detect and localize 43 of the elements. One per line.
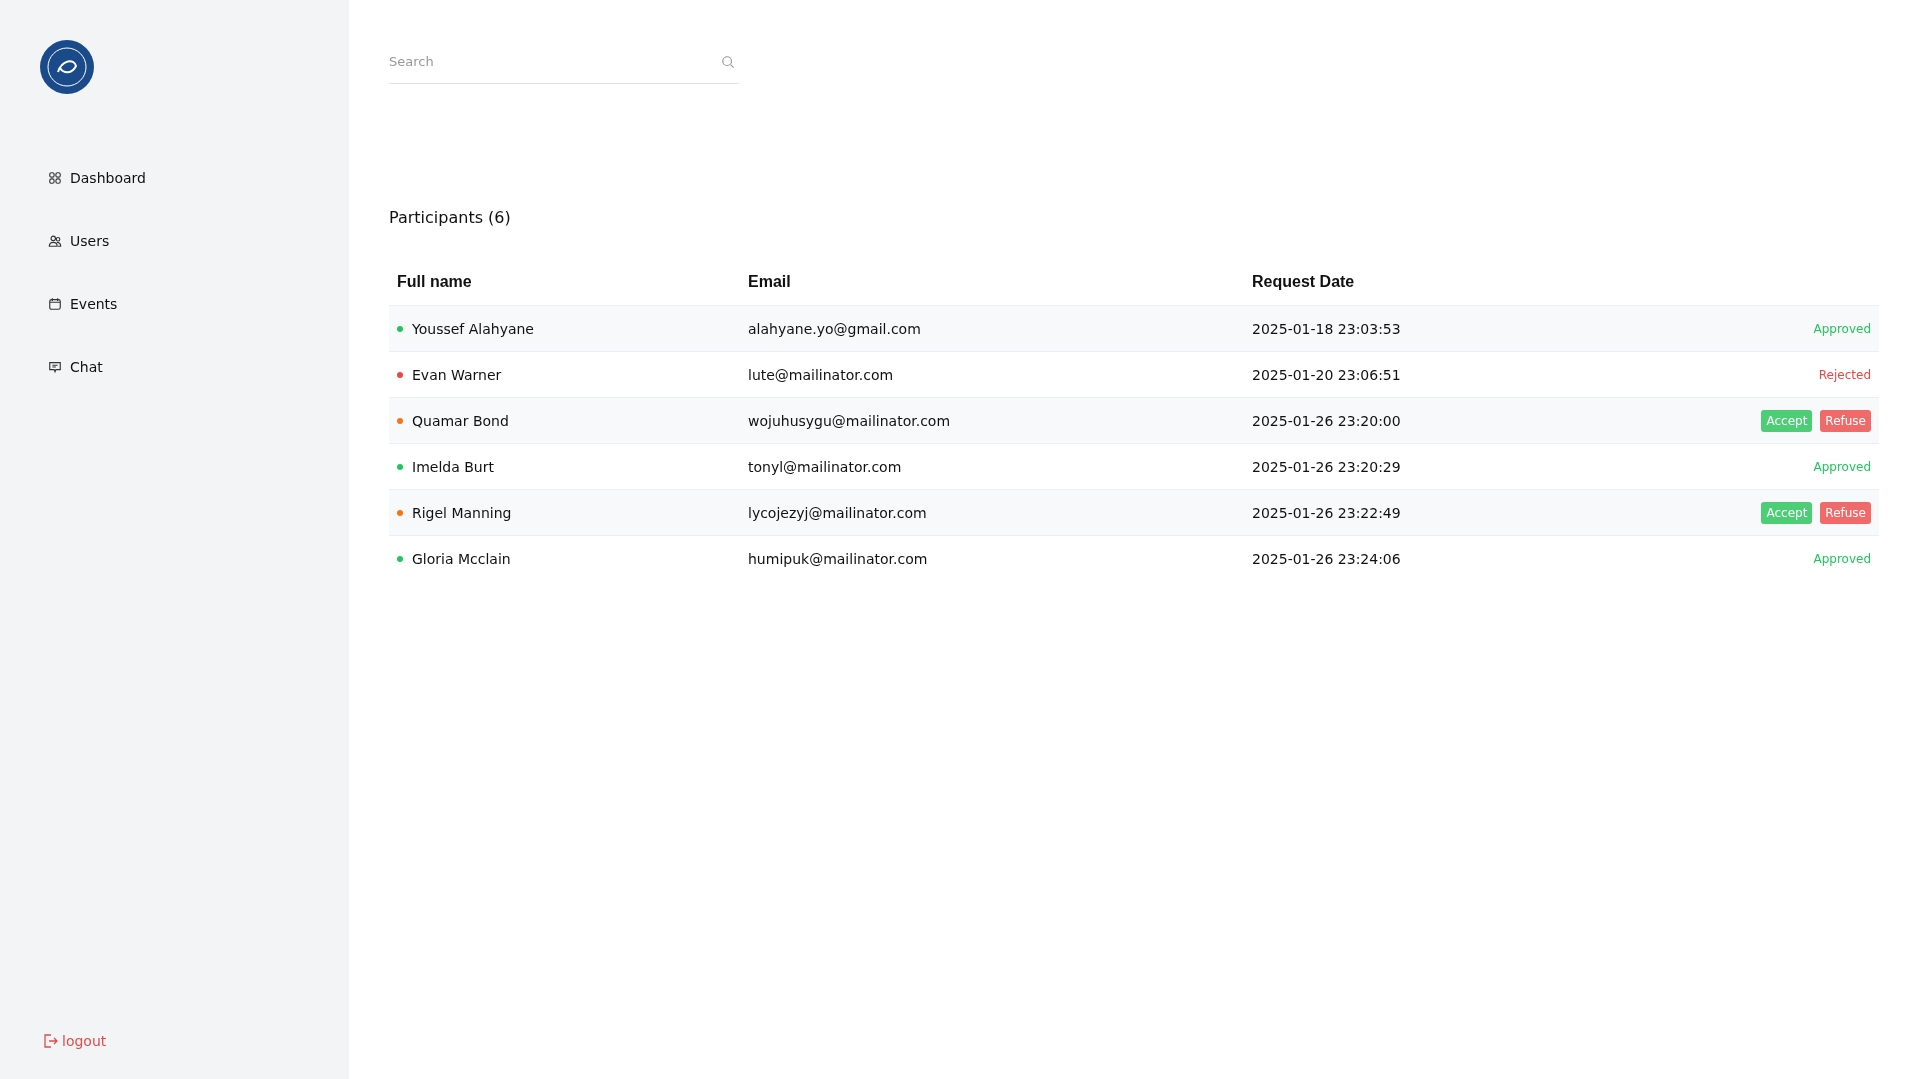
email-cell: alahyane.yo@gmail.com <box>740 305 1244 352</box>
name-text: Quamar Bond <box>412 412 509 429</box>
sidebar-item[interactable]: Dashboard <box>40 170 154 186</box>
grid-icon <box>48 171 62 185</box>
refuse-button[interactable]: Refuse <box>1820 409 1871 432</box>
status-label: Approved <box>1813 321 1871 336</box>
column-header: Email <box>740 273 1244 306</box>
name-text: Gloria Mcclain <box>412 550 511 567</box>
email-cell: lycojezyj@mailinator.com <box>740 489 1244 536</box>
name-text: Youssef Alahyane <box>412 320 534 337</box>
date-cell: 2025-01-18 23:03:53 <box>1244 305 1605 352</box>
sidebar-item[interactable]: Users <box>40 233 118 249</box>
column-header: Request Date <box>1244 273 1605 306</box>
chat-icon <box>48 360 62 374</box>
search-icon <box>721 55 735 69</box>
calendar-icon <box>48 297 62 311</box>
date-cell: 2025-01-26 23:20:29 <box>1244 443 1605 490</box>
email-cell: wojuhusygu@mailinator.com <box>740 397 1244 444</box>
accept-button[interactable]: Accept <box>1761 409 1813 432</box>
logout-icon <box>42 1033 58 1049</box>
section-title: Participants (6) <box>389 208 512 227</box>
date-cell: 2025-01-26 23:24:06 <box>1244 535 1605 582</box>
name-text: Imelda Burt <box>412 458 494 475</box>
name-text: Evan Warner <box>412 366 502 383</box>
status-label: Rejected <box>1818 367 1871 382</box>
sidebar-item[interactable]: Chat <box>40 359 111 375</box>
status-label: Approved <box>1813 459 1871 474</box>
refuse-button[interactable]: Refuse <box>1820 501 1871 524</box>
date-cell: 2025-01-20 23:06:51 <box>1244 351 1605 398</box>
logo-icon <box>40 40 94 94</box>
date-cell: 2025-01-26 23:20:00 <box>1244 397 1605 444</box>
email-cell: tonyl@mailinator.com <box>740 443 1244 490</box>
status-label: Approved <box>1813 551 1871 566</box>
logout-link[interactable]: logout <box>40 1033 349 1049</box>
users-icon <box>48 234 62 248</box>
email-cell: lute@mailinator.com <box>740 351 1244 398</box>
date-cell: 2025-01-26 23:22:49 <box>1244 489 1605 536</box>
sidebar-item[interactable]: Events <box>40 296 126 312</box>
column-header: Full name <box>389 273 740 306</box>
accept-button[interactable]: Accept <box>1761 501 1813 524</box>
name-text: Rigel Manning <box>412 504 512 521</box>
email-cell: humipuk@mailinator.com <box>740 535 1244 582</box>
search-field[interactable]: Search <box>389 44 739 84</box>
